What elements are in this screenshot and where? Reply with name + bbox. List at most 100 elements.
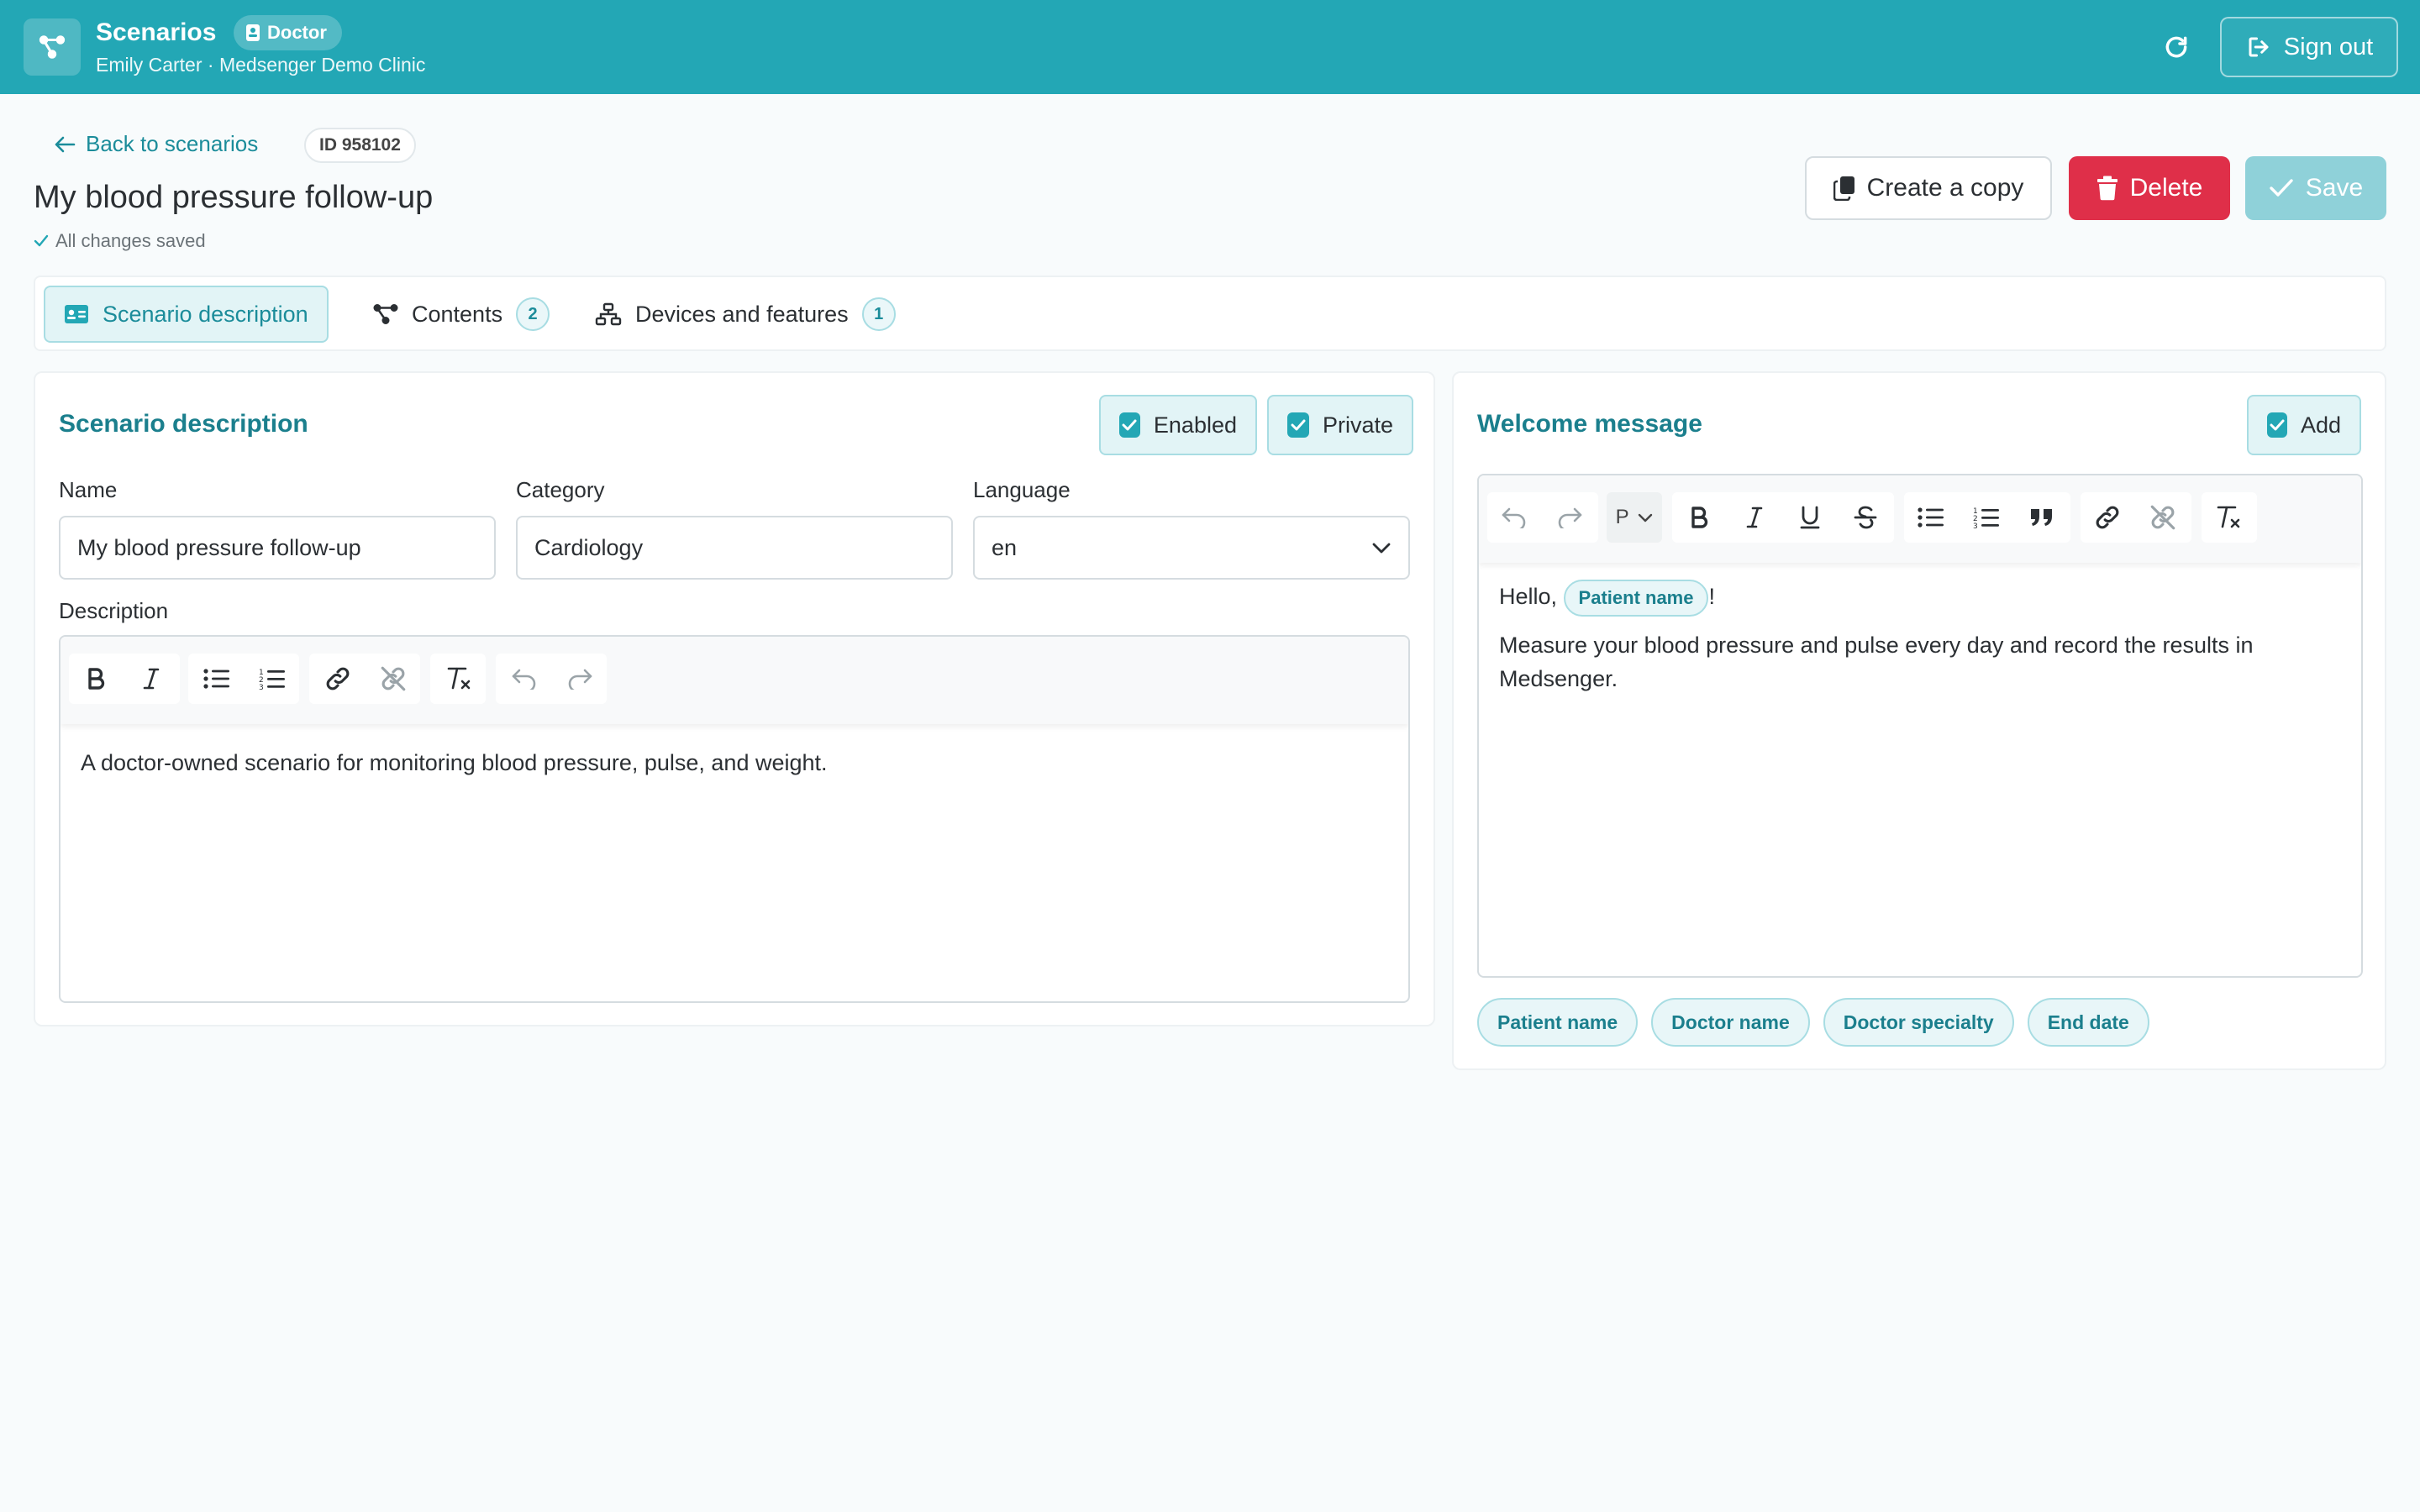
bold-icon (86, 667, 106, 690)
add-welcome-checkbox[interactable]: Add (2247, 395, 2361, 455)
delete-button[interactable]: Delete (2069, 156, 2230, 220)
quote-icon (2029, 507, 2054, 528)
undo-button[interactable] (1489, 492, 1539, 543)
role-badge-label: Doctor (267, 22, 327, 43)
language-select[interactable]: en (973, 516, 1410, 580)
tab-devices-and-features[interactable]: Devices and features 1 (576, 286, 914, 343)
tab-label: Devices and features (635, 301, 849, 327)
clear-format-button[interactable] (434, 654, 484, 704)
back-to-scenarios-link[interactable]: Back to scenarios (54, 131, 258, 157)
tab-label: Contents (412, 301, 503, 327)
bold-button[interactable] (1674, 492, 1724, 543)
description-label: Description (59, 598, 169, 623)
enabled-label: Enabled (1153, 412, 1237, 438)
arrow-left-icon (54, 135, 76, 154)
save-button[interactable]: Save (2245, 156, 2386, 220)
save-label: Save (2305, 174, 2364, 202)
welcome-text: Hello, Patient name! Measure your blood … (1499, 580, 2341, 696)
description-editor[interactable]: 123 A doctor-owned scenario for monitori… (59, 635, 1410, 1003)
category-input[interactable] (516, 516, 953, 580)
tab-contents[interactable]: Contents 2 (355, 286, 568, 343)
check-icon (34, 234, 49, 248)
id-card-icon (245, 24, 260, 42)
blockquote-button[interactable] (2017, 492, 2067, 543)
redo-icon (1556, 507, 1583, 528)
refresh-button[interactable] (2156, 27, 2196, 67)
add-label: Add (2300, 412, 2341, 438)
tab-scenario-description[interactable]: Scenario description (44, 286, 329, 343)
check-icon (2269, 178, 2294, 198)
chip-end-date[interactable]: End date (2027, 998, 2149, 1047)
editor-toolbar: P 123 (1479, 475, 2361, 563)
italic-button[interactable] (1729, 492, 1780, 543)
undo-icon (511, 668, 538, 690)
redo-button[interactable] (1544, 492, 1595, 543)
app-title: Scenarios (96, 18, 217, 46)
top-bar: Scenarios Doctor Emily Carter · Medsenge… (0, 0, 2420, 94)
greeting-end: ! (1708, 584, 1715, 610)
chevron-down-icon (1371, 541, 1392, 554)
clear-format-button[interactable] (2203, 492, 2254, 543)
tab-bar: Scenario description Contents 2 Devices … (34, 276, 2386, 351)
link-button[interactable] (2082, 492, 2133, 543)
welcome-body-text: Measure your blood pressure and pulse ev… (1499, 633, 2254, 691)
bullet-list-button[interactable] (192, 654, 242, 704)
italic-button[interactable] (126, 654, 176, 704)
chip-doctor-name[interactable]: Doctor name (1651, 998, 1810, 1047)
bullet-list-icon (203, 668, 230, 690)
private-label: Private (1322, 412, 1393, 438)
clear-format-icon (445, 666, 472, 691)
private-checkbox[interactable]: Private (1267, 395, 1413, 455)
editor-toolbar: 123 (60, 637, 1408, 724)
block-format-value: P (1615, 506, 1629, 528)
numbered-list-icon: 123 (1973, 506, 2000, 529)
network-icon (595, 302, 622, 326)
tab-label: Scenario description (103, 301, 308, 327)
welcome-editor[interactable]: P 123 Hello, Patient name ! Measure your… (1477, 474, 2363, 978)
underline-button[interactable] (1785, 492, 1835, 543)
nodes-icon (373, 303, 398, 325)
scenario-id-badge: ID 958102 (304, 128, 416, 163)
italic-icon (142, 667, 160, 690)
block-format-select[interactable]: P (1607, 492, 1662, 543)
sign-out-icon (2245, 34, 2272, 60)
create-copy-button[interactable]: Create a copy (1805, 156, 2052, 220)
placeholder-chips: Patient name Doctor name Doctor specialt… (1477, 998, 2149, 1047)
chip-doctor-specialty[interactable]: Doctor specialty (1823, 998, 2014, 1047)
link-icon (324, 664, 352, 693)
undo-button[interactable] (499, 654, 550, 704)
delete-label: Delete (2129, 174, 2203, 202)
bold-button[interactable] (71, 654, 121, 704)
page-title: My blood pressure follow-up (34, 180, 434, 215)
numbered-list-button[interactable]: 123 (247, 654, 297, 704)
language-value: en (992, 534, 1018, 560)
bullet-list-button[interactable] (1906, 492, 1956, 543)
role-badge: Doctor (234, 15, 342, 50)
checkbox-checked-icon (1287, 412, 1309, 438)
numbered-list-icon: 123 (259, 667, 286, 690)
save-status: All changes saved (34, 230, 206, 252)
sign-out-label: Sign out (2283, 33, 2374, 60)
refresh-icon (2163, 34, 2190, 60)
chip-patient-name[interactable]: Patient name (1477, 998, 1639, 1047)
checkbox-checked-icon (1119, 412, 1140, 438)
link-icon (2093, 503, 2122, 532)
id-card-icon (64, 304, 89, 324)
redo-button[interactable] (555, 654, 605, 704)
svg-text:3: 3 (259, 684, 264, 690)
scenario-description-card: Scenario description Enabled Private Nam… (34, 371, 1435, 1026)
unlink-button[interactable] (368, 654, 418, 704)
clear-format-icon (2215, 505, 2242, 530)
enabled-checkbox[interactable]: Enabled (1099, 395, 1257, 455)
sign-out-button[interactable]: Sign out (2220, 17, 2398, 77)
unlink-button[interactable] (2138, 492, 2188, 543)
numbered-list-button[interactable]: 123 (1961, 492, 2012, 543)
link-button[interactable] (313, 654, 363, 704)
strikethrough-button[interactable] (1840, 492, 1891, 543)
trash-icon (2096, 176, 2118, 201)
strikethrough-icon (1854, 505, 1877, 530)
copy-icon (1833, 176, 1855, 201)
name-input[interactable] (59, 516, 496, 580)
undo-icon (1501, 507, 1528, 528)
category-label: Category (516, 477, 605, 502)
